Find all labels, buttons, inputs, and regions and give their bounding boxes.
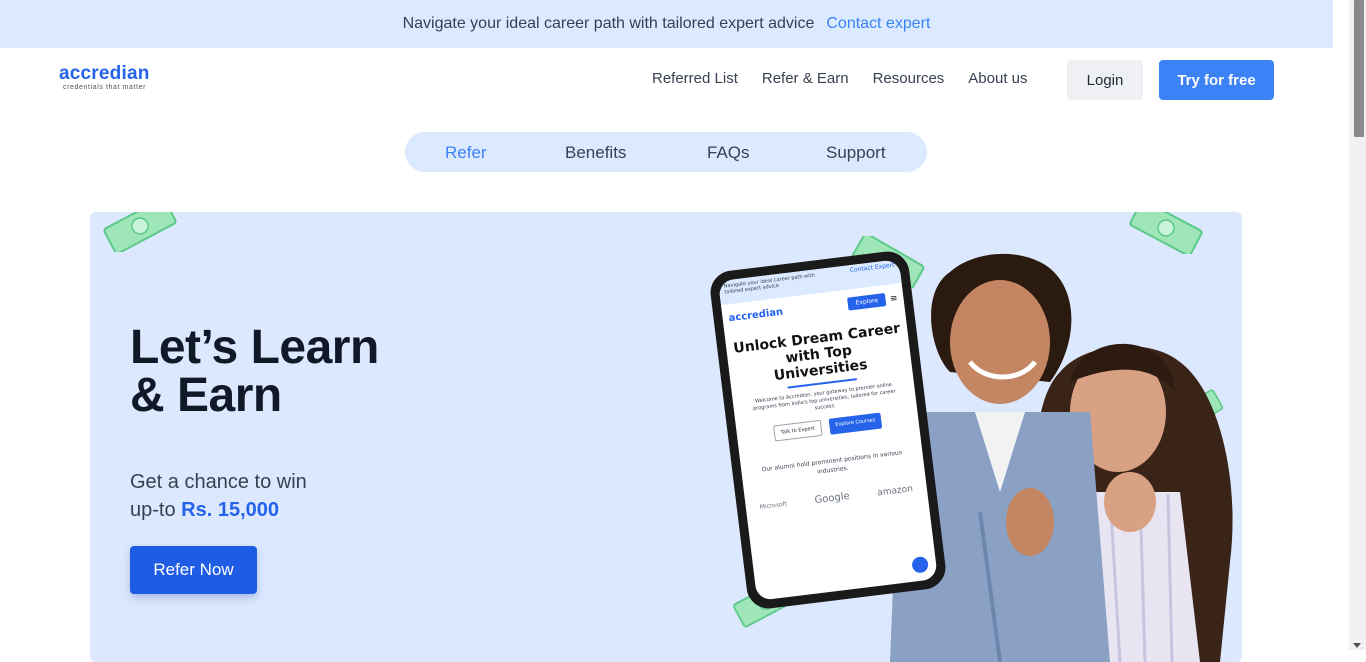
top-banner: Navigate your ideal career path with tai… [0,0,1333,48]
main-nav: Referred List Refer & Earn Resources Abo… [652,70,1028,87]
hero-subtitle: Get a chance to win up-to Rs. 15,000 [130,468,307,524]
phone-chat-icon [908,553,932,576]
hero-sub-prefix: up-to [130,499,182,521]
hero-section: Let’s Learn & Earn Get a chance to win u… [90,212,1242,662]
try-for-free-button[interactable]: Try for free [1159,60,1274,100]
hero-title-line2: & Earn [130,369,282,422]
tab-faqs[interactable]: FAQs [707,143,750,163]
page-scrollbar[interactable] [1349,0,1366,650]
hero-title-line1: Let’s Learn [130,321,379,374]
nav-refer-earn[interactable]: Refer & Earn [762,70,849,87]
phone-menu-icon: ≡ [889,293,899,304]
contact-expert-link[interactable]: Contact expert [826,15,930,33]
tab-support[interactable]: Support [826,143,886,163]
refer-now-button[interactable]: Refer Now [130,546,257,594]
phone-explore-courses-button: Explore Courses [828,412,883,435]
phone-mockup: Navigate your ideal career path with tai… [708,249,948,611]
hero-sub-line1: Get a chance to win [130,471,307,493]
tab-refer[interactable]: Refer [445,143,487,163]
nav-referred-list[interactable]: Referred List [652,70,738,87]
phone-logo: accredian [728,306,784,325]
site-header: accredian credentials that matter Referr… [0,48,1333,112]
hero-title: Let’s Learn & Earn [130,324,379,420]
section-tabs: Refer Benefits FAQs Support [405,132,927,172]
phone-explore-button: Explore [846,293,887,311]
login-button[interactable]: Login [1067,60,1143,100]
money-note-icon [103,212,177,252]
logo-wordmark: accredian [59,63,150,84]
brand-microsoft: Microsoft [759,500,788,511]
phone-talk-button: Talk to Expert [772,419,823,442]
accredian-logo[interactable]: accredian credentials that matter [59,64,150,92]
nav-about-us[interactable]: About us [968,70,1027,87]
brand-google: Google [813,490,851,507]
tab-benefits[interactable]: Benefits [565,143,626,163]
scrollbar-thumb[interactable] [1354,0,1364,137]
banner-message: Navigate your ideal career path with tai… [402,15,815,32]
logo-tagline: credentials that matter [63,84,147,91]
brand-amazon: amazon [876,483,914,498]
phone-brand-row: Microsoft Google amazon [745,481,927,514]
nav-resources[interactable]: Resources [873,70,945,87]
phone-alumni-text: Our alumni hold prominent positions in v… [761,449,903,476]
phone-contact-link: Contact Expert [849,261,895,275]
reward-amount: Rs. 15,000 [181,499,280,521]
phone-screen: Navigate your ideal career path with tai… [718,259,938,601]
scroll-down-arrow[interactable] [1353,643,1361,648]
